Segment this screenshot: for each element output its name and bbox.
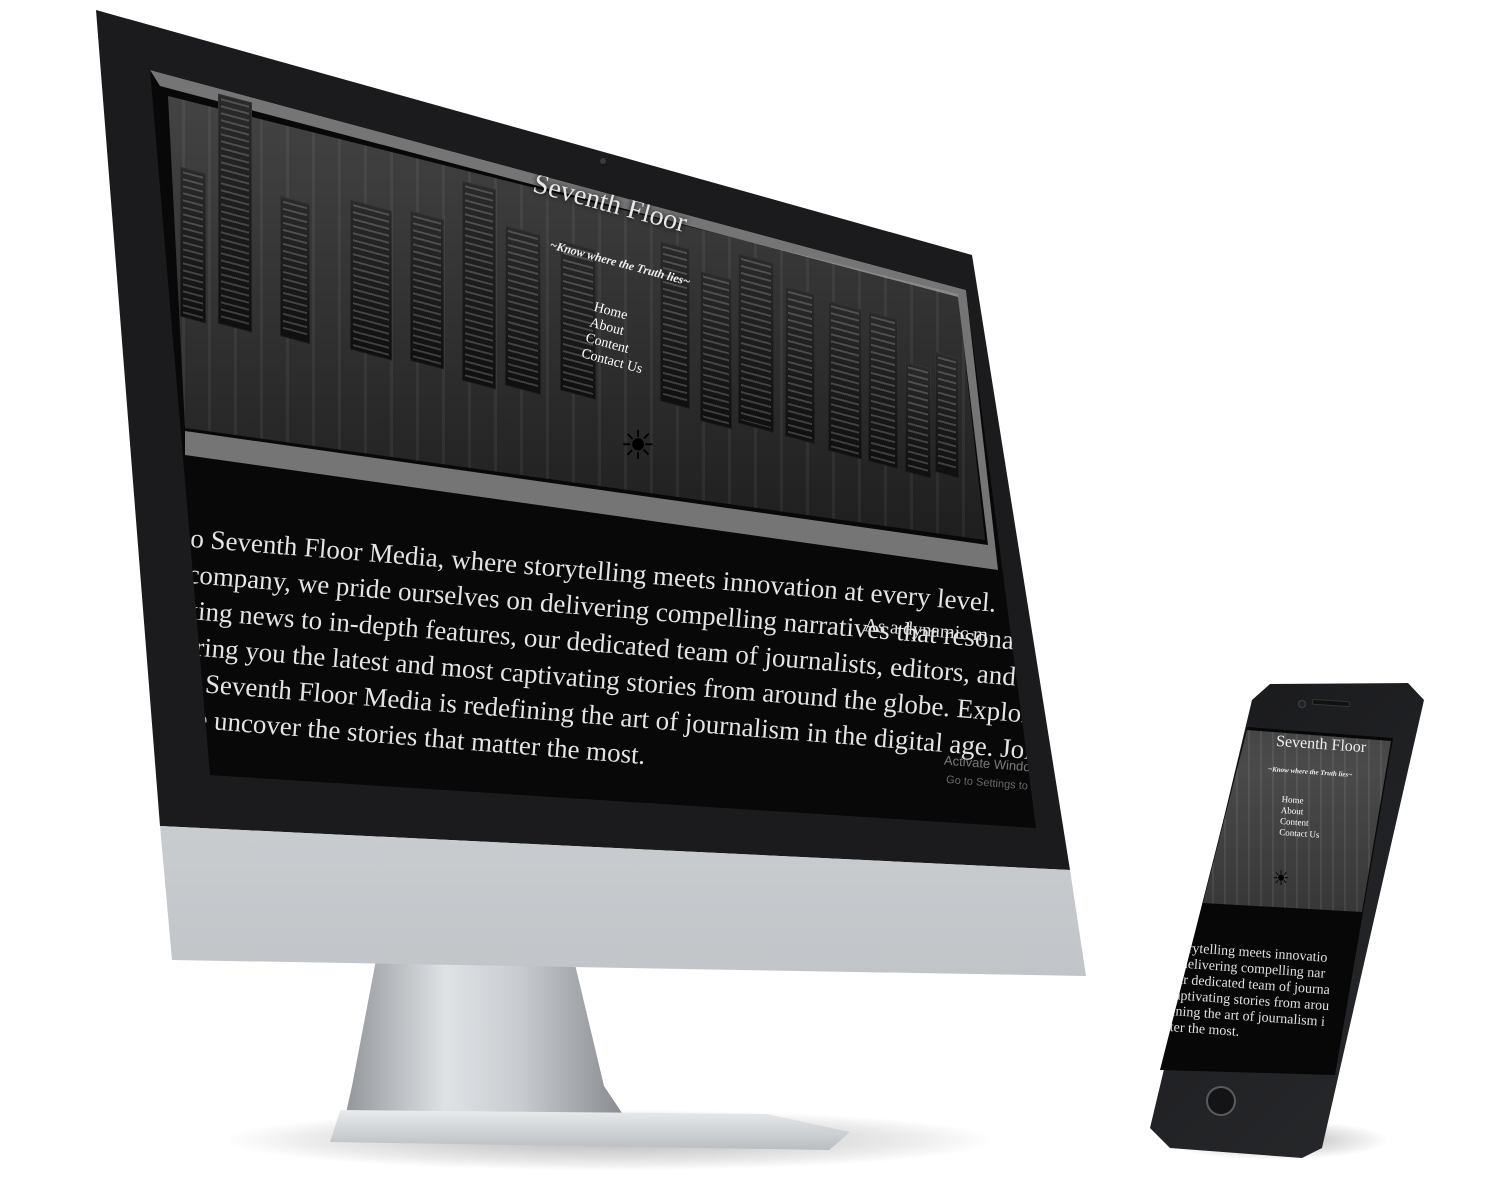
skyline-building [828, 300, 862, 460]
skyline-building [660, 240, 690, 410]
camera-icon [600, 158, 606, 164]
skyline-building [868, 310, 898, 470]
skyline-building [505, 225, 541, 395]
skyline-building [218, 93, 252, 333]
skyline-building [700, 270, 732, 430]
phone-main-nav: Home About Content Contact Us [1279, 794, 1322, 841]
skyline-building [410, 210, 444, 370]
skyline-building [280, 195, 310, 345]
skyline-building [462, 180, 496, 390]
skyline-building [905, 361, 931, 479]
skyline-building [180, 166, 206, 324]
front-camera-icon [1298, 700, 1306, 708]
phone-sun-icon: ☀ [1272, 868, 1290, 890]
skyline-building [785, 285, 815, 445]
skyline-building [738, 253, 774, 433]
home-button[interactable] [1206, 1086, 1236, 1116]
phone-intro-paragraph: storytelling meets innovatio n deliverin… [1165, 940, 1340, 1048]
sun-icon: ☀ [620, 423, 656, 468]
skyline-building [350, 199, 392, 361]
skyline-building [935, 351, 959, 479]
